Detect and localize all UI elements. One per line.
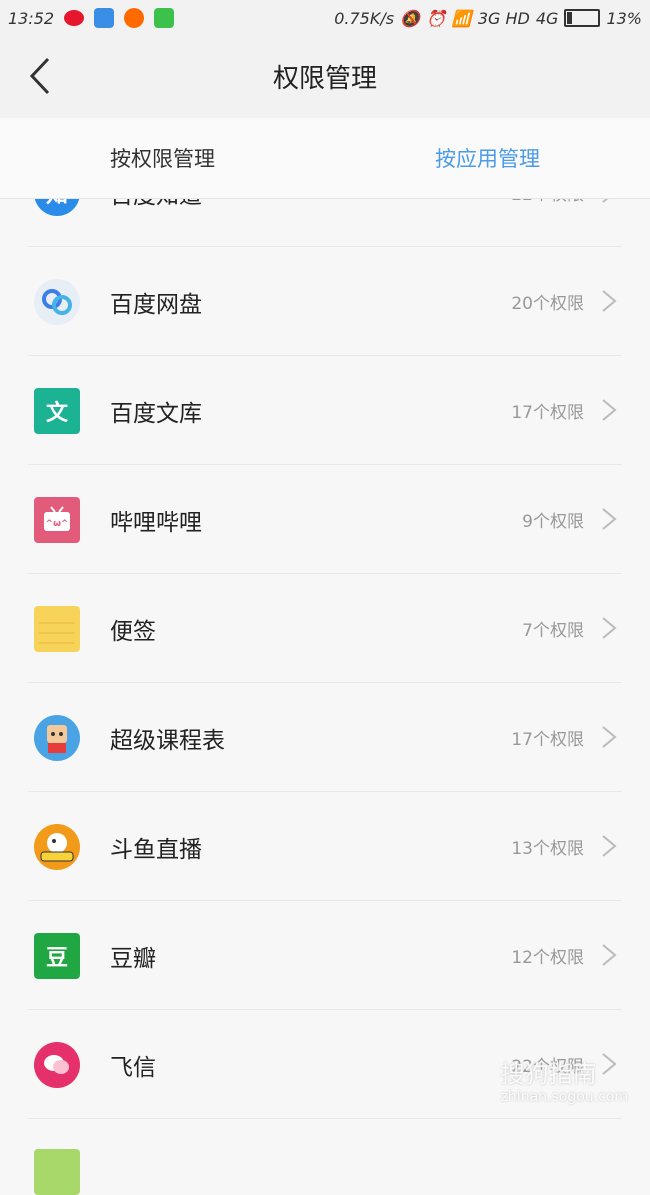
list-item[interactable]: 豆 豆瓣 12个权限 bbox=[28, 901, 622, 1010]
tab-bar: 按权限管理 按应用管理 bbox=[0, 118, 650, 199]
app-name: 超级课程表 bbox=[110, 728, 225, 754]
course-schedule-icon bbox=[34, 715, 80, 761]
tab-by-permission[interactable]: 按权限管理 bbox=[0, 118, 325, 198]
app-blue-icon bbox=[94, 8, 115, 28]
list-item[interactable]: 便签 7个权限 bbox=[28, 574, 622, 683]
chevron-right-icon bbox=[602, 290, 617, 312]
chevron-right-icon bbox=[602, 617, 617, 639]
douban-icon: 豆 bbox=[34, 933, 80, 979]
list-item[interactable]: 百度网盘 20个权限 bbox=[28, 247, 622, 356]
svg-text:^ω^: ^ω^ bbox=[46, 519, 69, 529]
notes-icon bbox=[34, 606, 80, 652]
page-title: 权限管理 bbox=[272, 64, 377, 94]
network-type: 3G HD bbox=[477, 8, 530, 28]
permission-count: 17个权限 bbox=[511, 730, 584, 750]
chevron-right-icon bbox=[602, 508, 617, 530]
app-name: 便签 bbox=[110, 619, 156, 645]
app-permission-list: 知 百度知道 22个权限 百度网盘 20个权限 文 百度文库 17个权限 ^ω^… bbox=[0, 138, 650, 1195]
chevron-right-icon bbox=[602, 726, 617, 748]
list-item[interactable]: 斗鱼直播 13个权限 bbox=[28, 792, 622, 901]
app-name: 百度文库 bbox=[110, 401, 202, 427]
app-name: 斗鱼直播 bbox=[110, 837, 202, 863]
battery-icon bbox=[564, 9, 601, 27]
app-name: 飞信 bbox=[110, 1055, 156, 1081]
permission-count: 7个权限 bbox=[522, 621, 584, 641]
chevron-right-icon bbox=[602, 399, 617, 421]
partial-app-icon bbox=[34, 1149, 80, 1195]
app-header: 权限管理 bbox=[0, 36, 650, 118]
list-item[interactable]: 超级课程表 17个权限 bbox=[28, 683, 622, 792]
watermark-brand: 搜狗指南 bbox=[500, 1060, 597, 1088]
permission-count: 20个权限 bbox=[511, 294, 584, 314]
douyu-icon bbox=[34, 824, 80, 870]
app-green-icon bbox=[154, 8, 175, 28]
list-item[interactable]: 文 百度文库 17个权限 bbox=[28, 356, 622, 465]
permission-count: 17个权限 bbox=[511, 403, 584, 423]
app-name: 豆瓣 bbox=[110, 946, 156, 972]
watermark: 搜狗指南 zhinan.sogou.com bbox=[501, 1054, 628, 1105]
baidu-netdisk-icon bbox=[34, 279, 80, 325]
network-type-2: 4G bbox=[535, 8, 559, 28]
watermark-url: zhinan.sogou.com bbox=[500, 1089, 628, 1105]
baidu-wenku-icon: 文 bbox=[34, 388, 80, 434]
list-item[interactable]: ^ω^ 哔哩哔哩 9个权限 bbox=[28, 465, 622, 574]
permission-count: 13个权限 bbox=[511, 839, 584, 859]
permission-count: 12个权限 bbox=[511, 948, 584, 968]
wifi-icon: 📶 bbox=[451, 8, 472, 28]
chevron-right-icon bbox=[602, 944, 617, 966]
app-orange-icon bbox=[124, 8, 145, 28]
battery-level: 13% bbox=[606, 8, 642, 28]
tab-by-app[interactable]: 按应用管理 bbox=[325, 118, 650, 198]
weibo-icon bbox=[64, 10, 85, 26]
chevron-right-icon bbox=[602, 835, 617, 857]
fetion-icon bbox=[34, 1042, 80, 1088]
alarm-icon: ⏰ bbox=[426, 8, 446, 28]
app-name: 百度网盘 bbox=[110, 292, 202, 318]
mute-icon: 🔕 bbox=[400, 8, 420, 28]
status-time: 13:52 bbox=[8, 8, 55, 28]
permission-count: 9个权限 bbox=[522, 512, 584, 532]
status-bar: 13:52 0.75K/s 🔕 ⏰ 📶 3G HD 4G 13% bbox=[0, 0, 650, 36]
app-name: 哔哩哔哩 bbox=[110, 510, 202, 536]
bilibili-icon: ^ω^ bbox=[34, 497, 80, 543]
list-item-partial[interactable] bbox=[28, 1119, 622, 1195]
network-speed: 0.75K/s bbox=[334, 8, 395, 28]
